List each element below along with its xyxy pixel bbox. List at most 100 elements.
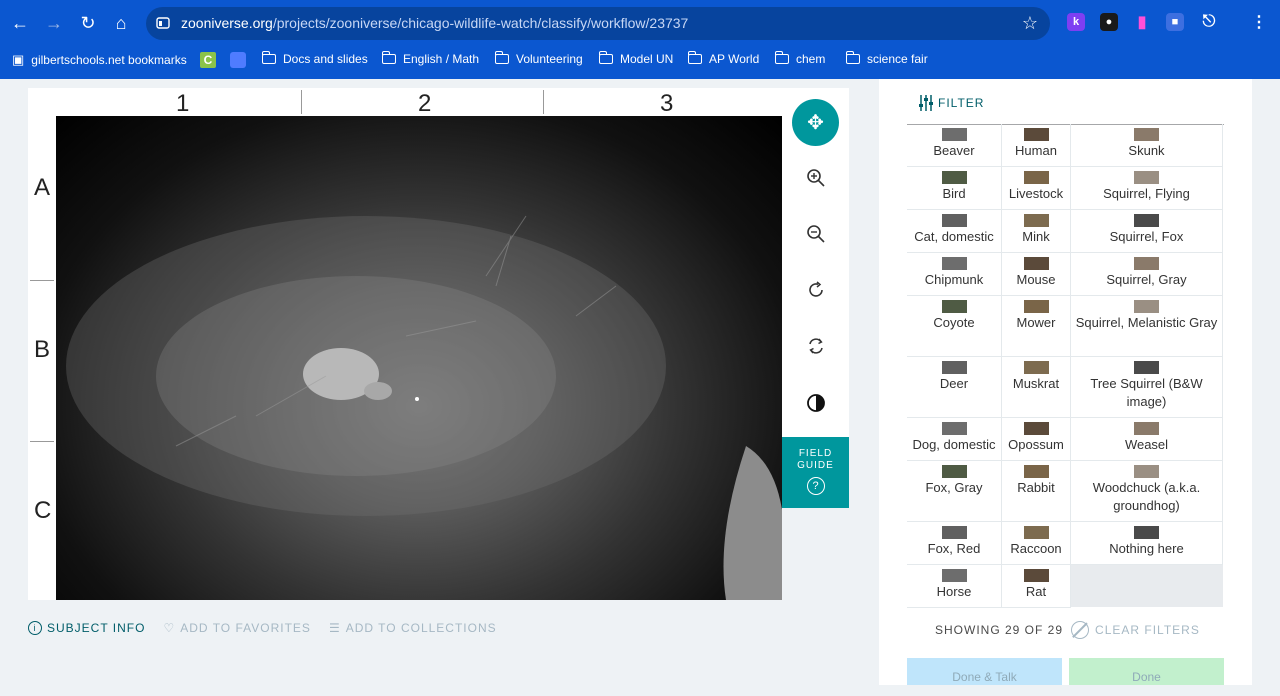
species-thumbnail bbox=[1134, 465, 1159, 478]
back-arrow-icon[interactable]: ← bbox=[6, 9, 34, 37]
species-thumbnail bbox=[941, 361, 967, 374]
filter-button[interactable]: FILTER bbox=[918, 94, 984, 112]
species-option[interactable]: Mouse bbox=[1002, 253, 1071, 296]
species-option[interactable]: Woodchuck (a.k.a. groundhog) bbox=[1071, 461, 1223, 522]
species-option[interactable]: Dog, domestic bbox=[907, 418, 1002, 461]
bookmark-folder-ap-world[interactable]: AP World bbox=[687, 51, 759, 66]
bookmark-managed[interactable]: ▣ gilbertschools.net bookmarks bbox=[12, 52, 187, 68]
species-thumbnail bbox=[1023, 128, 1049, 141]
species-label: Coyote bbox=[933, 315, 975, 330]
species-label: Squirrel, Flying bbox=[1103, 186, 1190, 201]
extensions-puzzle-icon[interactable]: ⎋ bbox=[1200, 13, 1218, 31]
species-option[interactable]: Squirrel, Melanistic Gray bbox=[1071, 296, 1223, 357]
bookmark-c[interactable]: C bbox=[200, 52, 216, 68]
species-option[interactable]: Human bbox=[1002, 124, 1071, 167]
species-thumbnail bbox=[1023, 465, 1049, 478]
url-text[interactable]: zooniverse.org/projects/zooniverse/chica… bbox=[181, 15, 688, 31]
rotate-button[interactable] bbox=[782, 270, 849, 310]
species-option[interactable]: Tree Squirrel (B&W image) bbox=[1071, 357, 1223, 418]
bookmark-app[interactable] bbox=[230, 52, 246, 68]
browser-chrome: ← → ↻ ⌂ zooniverse.org/projects/zooniver… bbox=[0, 0, 1280, 79]
species-thumbnail bbox=[1134, 526, 1159, 539]
field-guide-button[interactable]: FIELD GUIDE ? bbox=[782, 437, 849, 508]
address-bar[interactable]: zooniverse.org/projects/zooniverse/chica… bbox=[146, 7, 1050, 40]
species-option[interactable]: Nothing here bbox=[1071, 522, 1223, 565]
sliders-icon bbox=[919, 95, 933, 111]
species-label: Chipmunk bbox=[924, 272, 984, 287]
move-tool-button[interactable]: ✥ bbox=[792, 99, 839, 146]
bookmark-folder-chem[interactable]: chem bbox=[774, 51, 825, 66]
add-to-favorites-button[interactable]: ♡ ADD TO FAVORITES bbox=[163, 621, 310, 635]
species-thumbnail bbox=[1134, 128, 1159, 141]
species-label: Deer bbox=[939, 376, 969, 391]
invert-button[interactable] bbox=[782, 383, 849, 423]
zoom-out-button[interactable] bbox=[782, 214, 849, 254]
species-label: Weasel bbox=[1124, 437, 1169, 452]
species-option[interactable]: Rat bbox=[1002, 565, 1071, 608]
folder-icon bbox=[774, 51, 789, 64]
species-thumbnail bbox=[941, 569, 967, 582]
zoom-in-button[interactable] bbox=[782, 158, 849, 198]
species-option[interactable]: Bird bbox=[907, 167, 1002, 210]
species-option[interactable]: Fox, Red bbox=[907, 522, 1002, 565]
species-label: Livestock bbox=[1008, 186, 1064, 201]
extension-k-icon[interactable]: k bbox=[1067, 13, 1085, 31]
reset-button[interactable] bbox=[782, 326, 849, 366]
species-option[interactable]: Mower bbox=[1002, 296, 1071, 357]
bookmark-star-icon[interactable]: ☆ bbox=[1022, 13, 1038, 34]
species-option[interactable]: Mink bbox=[1002, 210, 1071, 253]
site-info-icon[interactable] bbox=[156, 16, 170, 30]
species-option[interactable]: Weasel bbox=[1071, 418, 1223, 461]
subject-viewer[interactable]: 1 2 3 A B C bbox=[28, 88, 782, 600]
c-icon: C bbox=[200, 52, 216, 68]
species-thumbnail bbox=[1134, 257, 1159, 270]
extension-video-icon[interactable]: ▮ bbox=[1133, 13, 1151, 31]
species-option[interactable]: Coyote bbox=[907, 296, 1002, 357]
extension-agent-icon[interactable]: ● bbox=[1100, 13, 1118, 31]
species-option[interactable]: Fox, Gray bbox=[907, 461, 1002, 522]
heart-icon: ♡ bbox=[163, 621, 176, 635]
species-option[interactable]: Skunk bbox=[1071, 124, 1223, 167]
species-label: Squirrel, Melanistic Gray bbox=[1075, 315, 1218, 330]
species-option[interactable]: Horse bbox=[907, 565, 1002, 608]
species-option[interactable]: Squirrel, Gray bbox=[1071, 253, 1223, 296]
species-option[interactable]: Squirrel, Fox bbox=[1071, 210, 1223, 253]
species-option[interactable]: Beaver bbox=[907, 124, 1002, 167]
camera-trap-photo[interactable] bbox=[56, 116, 782, 600]
kebab-menu-icon[interactable]: ⋮ bbox=[1250, 13, 1268, 31]
species-option[interactable]: Cat, domestic bbox=[907, 210, 1002, 253]
extension-puzzle-color-icon[interactable]: ■ bbox=[1166, 13, 1184, 31]
done-button[interactable]: Done bbox=[1069, 658, 1224, 685]
help-circle-icon: ? bbox=[806, 477, 825, 495]
info-circle-icon: i bbox=[28, 621, 42, 635]
species-option[interactable]: Raccoon bbox=[1002, 522, 1071, 565]
add-to-collections-button[interactable]: ☰ ADD TO COLLECTIONS bbox=[329, 621, 497, 635]
reload-icon[interactable]: ↻ bbox=[74, 9, 102, 37]
species-thumbnail bbox=[941, 422, 967, 435]
species-label: Beaver bbox=[933, 143, 975, 158]
species-option[interactable]: Chipmunk bbox=[907, 253, 1002, 296]
species-option[interactable]: Rabbit bbox=[1002, 461, 1071, 522]
done-and-talk-button[interactable]: Done & Talk bbox=[907, 658, 1062, 685]
species-thumbnail bbox=[1134, 171, 1159, 184]
forward-arrow-icon[interactable]: → bbox=[40, 9, 68, 37]
folder-icon bbox=[598, 51, 613, 64]
managed-bookmarks-icon: ▣ bbox=[12, 52, 25, 67]
bookmark-folder-science-fair[interactable]: science fair bbox=[845, 51, 928, 66]
species-option[interactable]: Livestock bbox=[1002, 167, 1071, 210]
bookmark-folder-docs[interactable]: Docs and slides bbox=[261, 51, 368, 66]
clear-filters-button[interactable]: CLEAR FILTERS bbox=[1071, 621, 1200, 639]
species-option[interactable]: Deer bbox=[907, 357, 1002, 418]
bookmark-folder-model-un[interactable]: Model UN bbox=[598, 51, 673, 66]
species-thumbnail bbox=[941, 465, 967, 478]
species-thumbnail bbox=[941, 257, 967, 270]
species-thumbnail bbox=[1023, 569, 1049, 582]
species-option[interactable]: Muskrat bbox=[1002, 357, 1071, 418]
species-option[interactable]: Opossum bbox=[1002, 418, 1071, 461]
bookmark-folder-english[interactable]: English / Math bbox=[381, 51, 479, 66]
subject-info-button[interactable]: i SUBJECT INFO bbox=[28, 621, 145, 635]
species-option[interactable]: Squirrel, Flying bbox=[1071, 167, 1223, 210]
species-label: Mouse bbox=[1016, 272, 1056, 287]
home-icon[interactable]: ⌂ bbox=[107, 9, 135, 37]
bookmark-folder-volunteering[interactable]: Volunteering bbox=[494, 51, 583, 66]
